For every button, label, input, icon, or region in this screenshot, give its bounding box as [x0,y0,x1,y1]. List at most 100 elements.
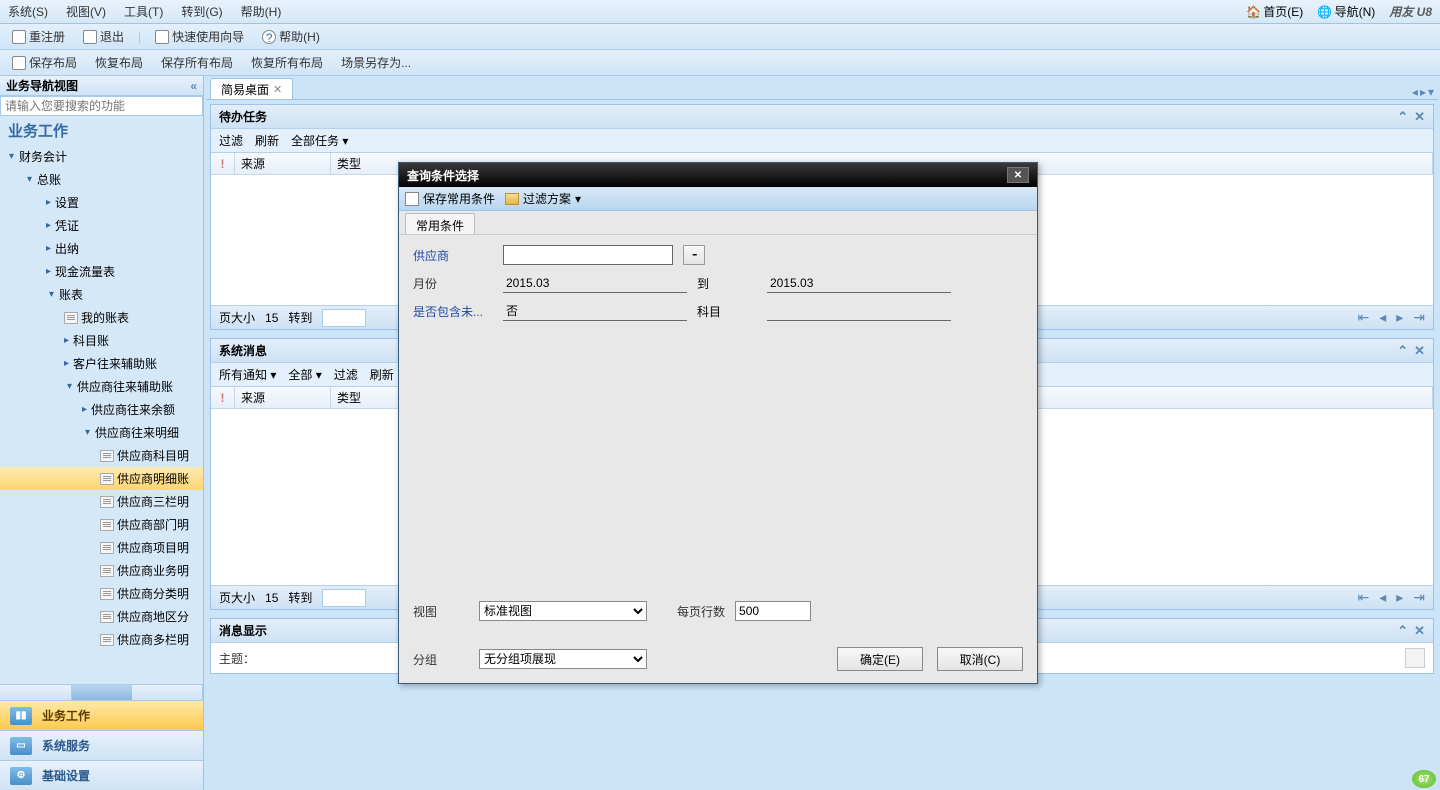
filter-button[interactable]: 过滤 [219,132,243,149]
restore-layout-button[interactable]: 恢复布局 [91,52,147,73]
tree-leaf[interactable]: 供应商科目明 [0,444,203,467]
next-page-icon[interactable]: ▸ [1396,309,1403,326]
tree-node-cashflow[interactable]: ▸现金流量表 [0,260,203,283]
tree-node-gl[interactable]: ▾总账 [0,168,203,191]
expand-icon[interactable]: ▸ [64,335,69,346]
tree-node-myreports[interactable]: 我的账表 [0,306,203,329]
filter-button[interactable]: 过滤 [334,366,358,383]
all-notice-dropdown[interactable]: 所有通知 ▾ [219,366,276,383]
wizard-button[interactable]: 快速使用向导 [151,26,248,47]
tree-leaf[interactable]: 供应商业务明 [0,559,203,582]
first-page-icon[interactable]: ⇤ [1357,309,1369,326]
tree-node-supplier-aux[interactable]: ▾供应商往来辅助账 [0,375,203,398]
view-select[interactable]: 标准视图 [479,601,647,621]
collapse-up-icon[interactable]: ⌃ [1397,343,1408,359]
collapse-icon[interactable]: ▾ [64,381,75,392]
re-register-button[interactable]: 重注册 [8,26,69,47]
menu-tools[interactable]: 工具(T) [124,3,163,20]
sidebar-collapse-button[interactable]: « [190,79,197,93]
next-page-icon[interactable]: ▸ [1396,589,1403,606]
menu-help[interactable]: 帮助(H) [241,3,282,20]
last-page-icon[interactable]: ⇥ [1413,309,1425,326]
tree-node-supplier-detail[interactable]: ▾供应商往来明细 [0,421,203,444]
tree-leaf[interactable]: 供应商分类明 [0,582,203,605]
ok-button[interactable]: 确定(E) [837,647,923,671]
subject-input[interactable] [767,301,951,321]
tree-leaf[interactable]: 供应商三栏明 [0,490,203,513]
all-tasks-dropdown[interactable]: 全部任务 ▾ [291,132,348,149]
nav-menu-icon[interactable]: ▾ [1428,85,1434,99]
collapse-icon[interactable]: ▾ [6,151,17,162]
expand-icon[interactable]: ▸ [64,358,69,369]
exit-button[interactable]: 退出 [79,26,128,47]
dialog-titlebar[interactable]: 查询条件选择 ✕ [399,163,1037,187]
tree-leaf[interactable]: 供应商部门明 [0,513,203,536]
col-alert[interactable]: ! [211,153,235,174]
menu-view[interactable]: 视图(V) [66,3,106,20]
save-all-layout-button[interactable]: 保存所有布局 [157,52,237,73]
supplier-input[interactable] [503,245,673,265]
goto-input[interactable] [322,309,366,327]
dialog-close-icon[interactable]: ✕ [1007,167,1029,183]
cancel-button[interactable]: 取消(C) [937,647,1023,671]
expand-icon[interactable]: ▸ [82,404,87,415]
panel-close-icon[interactable]: ✕ [1414,109,1425,125]
prev-page-icon[interactable]: ◂ [1379,309,1386,326]
tree-node-reports[interactable]: ▾账表 [0,283,203,306]
last-page-icon[interactable]: ⇥ [1413,589,1425,606]
group-select[interactable]: 无分组项展现 [479,649,647,669]
col-source[interactable]: 来源 [235,387,331,408]
tree-node-finance[interactable]: ▾财务会计 [0,145,203,168]
expand-icon[interactable]: ▸ [46,266,51,277]
collapse-up-icon[interactable]: ⌃ [1397,623,1408,639]
sidebar-hscroll[interactable] [0,684,203,700]
sidebar-search-input[interactable] [0,96,203,116]
refresh-button[interactable]: 刷新 [370,366,394,383]
panel-close-icon[interactable]: ✕ [1414,343,1425,359]
collapse-icon[interactable]: ▾ [24,174,35,185]
menu-goto[interactable]: 转到(G) [181,3,222,20]
expand-icon[interactable]: ▸ [46,243,51,254]
nav-left-icon[interactable]: ◂ [1412,85,1418,99]
tree-node-voucher[interactable]: ▸凭证 [0,214,203,237]
collapse-icon[interactable]: ▾ [46,289,57,300]
tree-leaf-selected[interactable]: 供应商明细账 [0,467,203,490]
sidebar-bottom-system[interactable]: ▭系统服务 [0,730,203,760]
tree-leaf[interactable]: 供应商项目明 [0,536,203,559]
tree-node-subject[interactable]: ▸科目账 [0,329,203,352]
expand-icon[interactable]: ▸ [46,220,51,231]
save-common-button[interactable]: 保存常用条件 [405,190,495,207]
menu-system[interactable]: 系统(S) [8,3,48,20]
tree-leaf[interactable]: 供应商地区分 [0,605,203,628]
sidebar-bottom-base[interactable]: ⚙基础设置 [0,760,203,790]
collapse-icon[interactable]: ▾ [82,427,93,438]
tree-node-customer-aux[interactable]: ▸客户往来辅助账 [0,352,203,375]
refresh-button[interactable]: 刷新 [255,132,279,149]
panel-close-icon[interactable]: ✕ [1414,623,1425,639]
include-input[interactable] [503,301,687,321]
tree-node-supplier-balance[interactable]: ▸供应商往来余额 [0,398,203,421]
expand-icon[interactable]: ▸ [46,197,51,208]
msgview-action-button[interactable] [1405,648,1425,668]
home-link[interactable]: 🏠 首页(E) [1246,3,1303,20]
save-layout-button[interactable]: 保存布局 [8,52,81,73]
goto-input[interactable] [322,589,366,607]
help-button[interactable]: ?帮助(H) [258,26,324,47]
nav-link[interactable]: 🌐 导航(N) [1317,3,1375,20]
sidebar-bottom-business[interactable]: ▮▮业务工作 [0,700,203,730]
rows-input[interactable] [735,601,811,621]
filter-scheme-dropdown[interactable]: 过滤方案 ▾ [505,190,581,207]
tab-close-icon[interactable]: ✕ [273,83,282,96]
tab-simple-desktop[interactable]: 简易桌面✕ [210,78,293,99]
tree-node-setting[interactable]: ▸设置 [0,191,203,214]
restore-all-layout-button[interactable]: 恢复所有布局 [247,52,327,73]
first-page-icon[interactable]: ⇤ [1357,589,1369,606]
all-dropdown[interactable]: 全部 ▾ [288,366,321,383]
nav-tree[interactable]: ▾财务会计 ▾总账 ▸设置 ▸凭证 ▸出纳 ▸现金流量表 ▾账表 我的账表 ▸科… [0,145,203,684]
tree-node-cashier[interactable]: ▸出纳 [0,237,203,260]
supplier-lookup-button[interactable]: ··· [683,245,705,265]
tree-leaf[interactable]: 供应商多栏明 [0,628,203,651]
col-alert[interactable]: ! [211,387,235,408]
month-to-input[interactable] [767,273,951,293]
collapse-up-icon[interactable]: ⌃ [1397,109,1408,125]
